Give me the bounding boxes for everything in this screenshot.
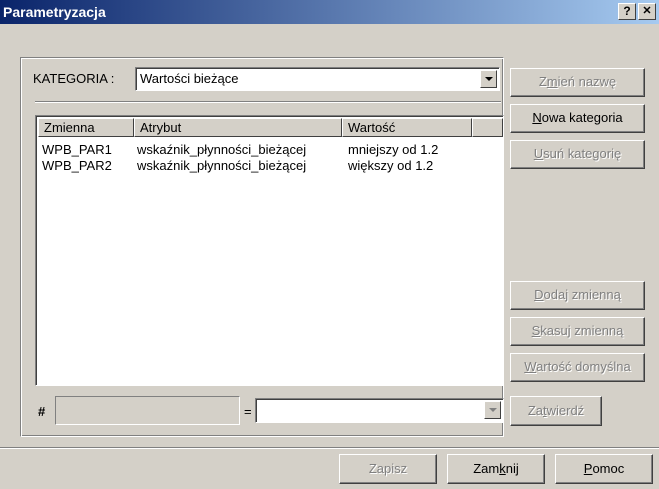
- cell-zmienna: WPB_PAR2: [42, 158, 112, 173]
- col-header-atrybut[interactable]: Atrybut: [134, 118, 342, 137]
- chevron-down-icon[interactable]: [484, 401, 501, 419]
- title-bar: Parametryzacja ? ✕: [0, 0, 659, 24]
- variables-table[interactable]: Zmienna Atrybut Wartość WPB_PAR1 wskaźni…: [35, 115, 504, 386]
- cell-atrybut: wskaźnik_płynności_bieżącej: [137, 142, 307, 157]
- category-combo[interactable]: Wartości bieżące: [135, 67, 500, 91]
- close-button[interactable]: Zamknij: [447, 454, 545, 484]
- help-button[interactable]: ?: [618, 3, 636, 20]
- default-value-button[interactable]: Wartość domyślna: [510, 353, 645, 382]
- col-header-zmienna[interactable]: Zmienna: [38, 118, 134, 137]
- cell-atrybut: wskaźnik_płynności_bieżącej: [137, 158, 307, 173]
- close-icon[interactable]: ✕: [638, 3, 656, 20]
- table-row[interactable]: WPB_PAR1 wskaźnik_płynności_bieżącej mni…: [38, 142, 498, 157]
- col-header-wartosc[interactable]: Wartość: [342, 118, 472, 137]
- hash-label: #: [38, 404, 46, 419]
- pomoc-button[interactable]: Pomoc: [555, 454, 653, 484]
- variable-number-field[interactable]: [55, 396, 240, 425]
- cell-wartosc: mniejszy od 1.2: [348, 142, 439, 157]
- table-row[interactable]: WPB_PAR2 wskaźnik_płynności_bieżącej wię…: [38, 158, 498, 173]
- delete-category-button[interactable]: Usuń kategorię: [510, 140, 645, 169]
- save-button[interactable]: Zapisz: [339, 454, 437, 484]
- col-header-extra[interactable]: [472, 118, 503, 137]
- rename-button[interactable]: Zmień nazwę: [510, 68, 645, 97]
- value-combo[interactable]: [255, 398, 504, 423]
- confirm-button[interactable]: Zatwierdź: [510, 396, 602, 426]
- delete-variable-button[interactable]: Skasuj zmienną: [510, 317, 645, 346]
- add-variable-button[interactable]: Dodaj zmienną: [510, 281, 645, 310]
- category-value: Wartości bieżące: [140, 71, 239, 86]
- cell-wartosc: większy od 1.2: [348, 158, 434, 173]
- separator: [35, 101, 501, 103]
- equals-label: =: [244, 404, 252, 419]
- new-category-button[interactable]: Nowa kategoria: [510, 104, 645, 133]
- window-title: Parametryzacja: [3, 4, 106, 20]
- chevron-down-icon[interactable]: [480, 70, 497, 88]
- table-header: Zmienna Atrybut Wartość: [38, 118, 503, 137]
- category-label: KATEGORIA :: [33, 71, 115, 86]
- footer-separator: [0, 447, 659, 449]
- cell-zmienna: WPB_PAR1: [42, 142, 112, 157]
